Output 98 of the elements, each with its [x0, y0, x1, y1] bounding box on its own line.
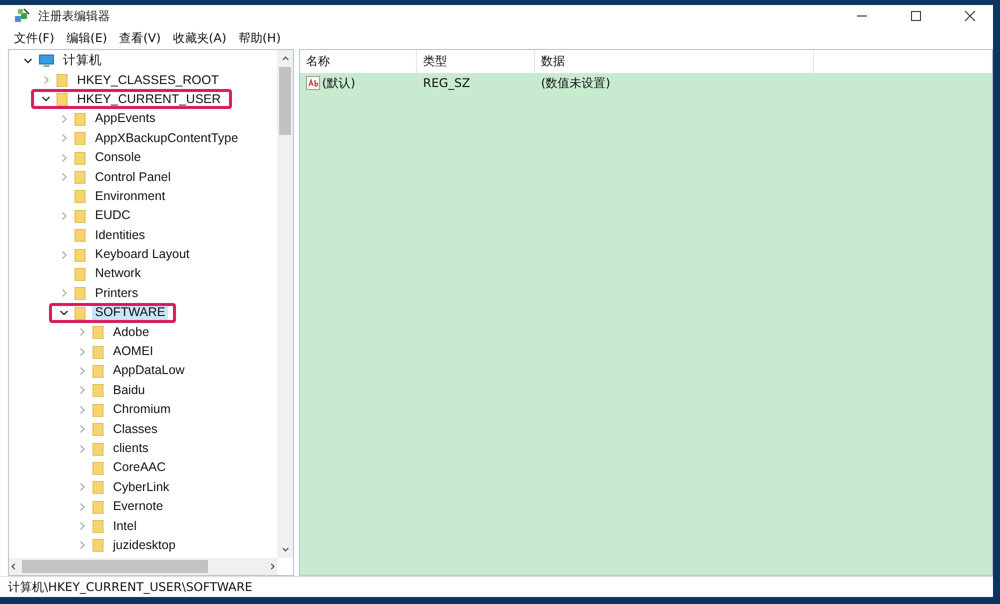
folder-icon — [74, 130, 87, 146]
tree-item[interactable]: Printers — [92, 286, 142, 301]
tree-item[interactable]: Control Panel — [92, 170, 174, 185]
menu-item[interactable]: 收藏夹(A) — [166, 30, 232, 46]
folder-icon — [56, 91, 69, 108]
string-value-icon — [306, 76, 320, 90]
folder-icon — [74, 110, 87, 127]
tree-item[interactable]: AppXBackupContentType — [92, 130, 242, 146]
expand-chevron-icon[interactable] — [77, 502, 87, 512]
table-cell-text: (数值未设置) — [540, 74, 612, 92]
tree-item[interactable]: AppEvents — [92, 111, 158, 126]
collapse-chevron-icon[interactable] — [23, 56, 33, 66]
table-cell-text: REG_SZ — [422, 76, 472, 90]
expand-chevron-icon[interactable] — [59, 210, 69, 221]
maximize-icon — [910, 10, 922, 22]
folder-icon — [92, 537, 105, 554]
folder-icon — [92, 362, 105, 379]
folder-icon — [74, 169, 87, 186]
scroll-left-icon[interactable] — [9, 562, 18, 571]
scroll-down-icon[interactable] — [280, 545, 290, 554]
expand-chevron-icon[interactable] — [77, 540, 87, 550]
tree-item[interactable]: juzidesktop — [110, 538, 179, 553]
folder-icon — [74, 246, 87, 263]
tree-item[interactable]: Chromium — [110, 402, 174, 418]
scroll-up-icon[interactable] — [280, 54, 290, 63]
expand-chevron-icon[interactable] — [59, 250, 69, 260]
close-icon — [964, 10, 976, 22]
tree-item[interactable]: Environment — [92, 188, 168, 204]
folder-icon — [74, 150, 87, 166]
expand-chevron-icon[interactable] — [77, 327, 87, 338]
expand-chevron-icon[interactable] — [59, 288, 69, 298]
expand-chevron-icon[interactable] — [59, 172, 69, 182]
folder-icon — [92, 402, 105, 418]
folder-icon — [92, 421, 105, 438]
expand-chevron-icon[interactable] — [77, 444, 87, 454]
folder-icon — [92, 498, 105, 515]
menu-item[interactable]: 查看(V) — [113, 30, 167, 46]
tree-item[interactable]: EUDC — [92, 208, 134, 224]
scroll-thumb[interactable] — [279, 67, 291, 135]
tree-item[interactable]: Keyboard Layout — [92, 247, 193, 262]
folder-icon — [92, 479, 105, 496]
expand-chevron-icon[interactable] — [41, 75, 51, 86]
tree-item[interactable]: AOMEI — [110, 344, 156, 360]
window-title: 注册表编辑器 — [38, 8, 110, 24]
folder-icon — [56, 72, 69, 88]
tree-item[interactable]: clients — [110, 441, 152, 456]
tree-item[interactable]: 计算机 — [60, 53, 105, 68]
folder-icon — [92, 324, 105, 340]
folder-icon — [92, 518, 105, 534]
tree-item[interactable]: HKEY_CURRENT_USER — [74, 92, 224, 107]
folder-icon — [74, 227, 87, 244]
tree-item[interactable]: Identities — [92, 228, 148, 243]
vertical-scrollbar[interactable] — [277, 50, 293, 558]
expand-chevron-icon[interactable] — [77, 404, 87, 415]
folder-icon — [74, 304, 87, 321]
menu-item[interactable]: 文件(F) — [8, 30, 60, 46]
tree-item[interactable]: Intel — [110, 518, 140, 534]
folder-icon — [92, 460, 105, 476]
folder-icon — [74, 266, 87, 282]
folder-icon — [74, 285, 87, 302]
collapse-chevron-icon[interactable] — [59, 308, 69, 318]
tree-item[interactable]: CyberLink — [110, 480, 172, 495]
tree-item[interactable]: Evernote — [110, 499, 166, 514]
tree-item[interactable]: Network — [92, 266, 144, 282]
table-cell: (默认) — [322, 74, 356, 92]
expand-chevron-icon[interactable] — [59, 133, 69, 144]
scroll-thumb[interactable] — [22, 560, 208, 573]
expand-chevron-icon[interactable] — [77, 424, 87, 434]
expand-chevron-icon[interactable] — [77, 482, 87, 492]
column-header[interactable]: 类型 — [417, 50, 535, 73]
tree-item[interactable]: Adobe — [110, 324, 152, 340]
computer-icon — [38, 52, 55, 69]
menu-item[interactable]: 帮助(H) — [232, 30, 287, 46]
column-header[interactable]: 数据 — [535, 50, 814, 73]
folder-icon — [74, 188, 87, 204]
tree-item[interactable]: Classes — [110, 422, 160, 437]
folder-icon — [74, 208, 87, 224]
expand-chevron-icon[interactable] — [59, 152, 69, 163]
column-header[interactable]: 名称 — [300, 50, 417, 73]
expand-chevron-icon[interactable] — [77, 385, 87, 396]
expand-chevron-icon[interactable] — [77, 366, 87, 376]
tree-item[interactable]: CoreAAC — [110, 460, 169, 476]
tree-item[interactable]: SOFTWARE — [92, 305, 168, 320]
folder-icon — [92, 382, 105, 398]
tree-item[interactable]: Console — [92, 150, 144, 166]
cubes-icon — [14, 8, 30, 24]
tree-item[interactable]: Baidu — [110, 382, 148, 398]
folder-icon — [92, 344, 105, 360]
menu-item[interactable]: 编辑(E) — [60, 30, 114, 46]
tree-item[interactable]: HKEY_CLASSES_ROOT — [74, 72, 222, 88]
scroll-right-icon[interactable] — [268, 562, 277, 571]
status-bar: 计算机\HKEY_CURRENT_USER\SOFTWARE — [0, 576, 993, 597]
expand-chevron-icon[interactable] — [77, 346, 87, 357]
horizontal-scrollbar[interactable] — [9, 558, 277, 575]
expand-chevron-icon[interactable] — [59, 114, 69, 124]
expand-chevron-icon[interactable] — [77, 521, 87, 532]
folder-icon — [92, 440, 105, 456]
tree-item[interactable]: AppDataLow — [110, 363, 188, 378]
